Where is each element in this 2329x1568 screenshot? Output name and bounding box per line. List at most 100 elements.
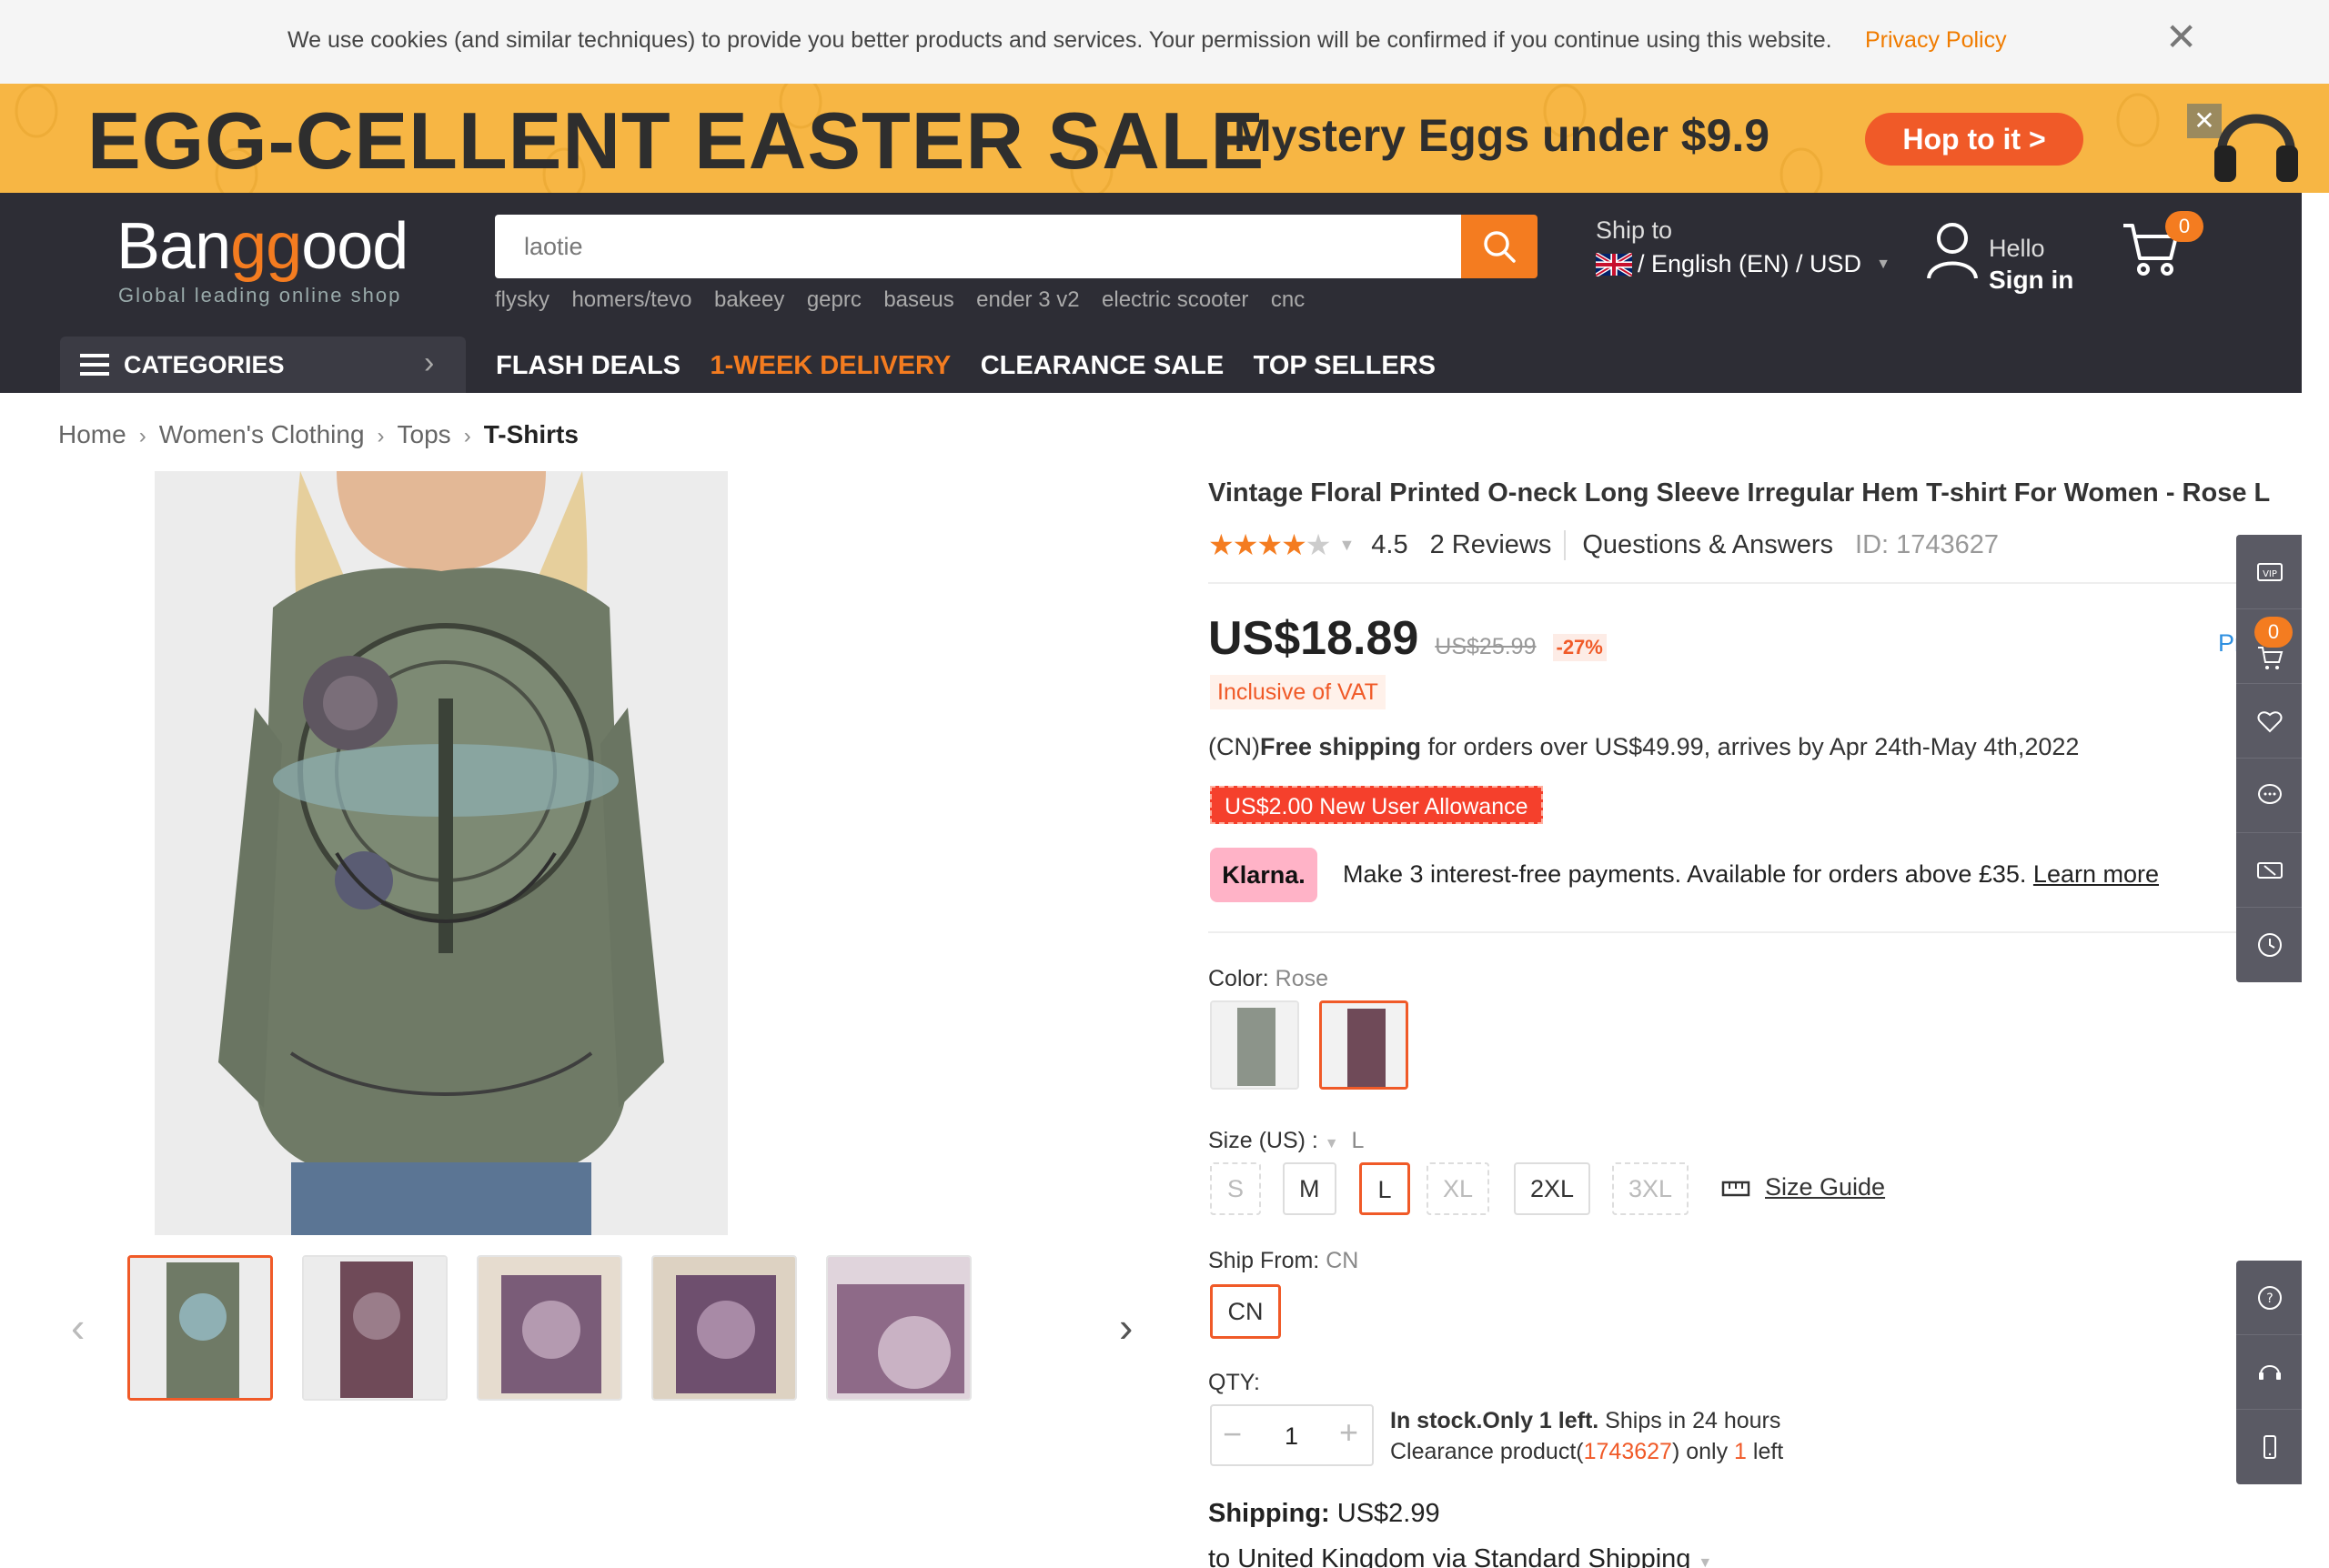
learn-more-link[interactable]: Learn more <box>2033 860 2159 888</box>
breadcrumb-womens-clothing[interactable]: Women's Clothing <box>159 420 365 448</box>
ship-from-value: CN <box>1326 1248 1359 1273</box>
help-button[interactable]: ? <box>2236 1261 2302 1335</box>
size-value: L <box>1351 1128 1365 1153</box>
ruler-icon <box>1721 1181 1750 1197</box>
menu-icon <box>80 354 109 376</box>
discount-badge: -27% <box>1552 634 1607 661</box>
history-button[interactable] <box>2236 908 2302 982</box>
search-input[interactable] <box>495 215 1461 278</box>
search-box <box>495 215 1461 278</box>
size-option-2xl[interactable]: 2XL <box>1514 1162 1591 1215</box>
search-icon <box>1484 231 1516 263</box>
wishlist-button[interactable] <box>2236 684 2302 759</box>
sign-in-link[interactable]: Sign in <box>1989 266 2073 295</box>
qty-input[interactable]: 1 <box>1285 1422 1298 1451</box>
mobile-app-button[interactable] <box>2236 1410 2302 1484</box>
nav-1-week-delivery[interactable]: 1-WEEK DELIVERY <box>710 351 951 380</box>
stock-status: In stock.Only 1 left. Ships in 24 hours <box>1390 1408 1781 1433</box>
headset-icon <box>2259 1365 2281 1380</box>
thumbnail[interactable] <box>127 1255 273 1401</box>
chevron-right-icon: › <box>377 424 385 448</box>
user-icon <box>1927 223 1978 279</box>
color-value: Rose <box>1275 966 1329 991</box>
ship-from-option-cn[interactable]: CN <box>1210 1284 1281 1339</box>
hot-word[interactable]: geprc <box>807 287 862 312</box>
ship-from-label: Ship From: CN <box>1208 1248 1359 1273</box>
product-title: Vintage Floral Printed O-neck Long Sleev… <box>1208 478 2271 508</box>
float-toolbar-top: VIP 0 <box>2236 535 2302 982</box>
hot-word[interactable]: bakeey <box>714 287 784 312</box>
banner-cta-button[interactable]: Hop to it > <box>1865 113 2083 166</box>
size-option-l[interactable]: L <box>1359 1162 1410 1215</box>
logo-tagline: Global leading online shop <box>118 284 402 307</box>
star-rating-icon[interactable]: ★★★★★ <box>1208 528 1331 562</box>
promo-banner[interactable]: EGG-CELLENT EASTER SALE Mystery Eggs und… <box>0 84 2329 193</box>
chat-button[interactable] <box>2236 759 2302 833</box>
float-cart-button[interactable]: 0 <box>2236 609 2302 684</box>
breadcrumb-home[interactable]: Home <box>58 420 126 448</box>
divider <box>1208 582 2240 584</box>
size-option-xl[interactable]: XL <box>1427 1162 1490 1215</box>
main-product-image[interactable] <box>155 471 728 1235</box>
size-option-s[interactable]: S <box>1210 1162 1261 1215</box>
qa-link[interactable]: Questions & Answers <box>1564 529 1833 560</box>
mobile-icon <box>2263 1435 2276 1459</box>
reviews-link[interactable]: 2 Reviews <box>1430 530 1552 560</box>
thumbnail[interactable] <box>826 1255 972 1401</box>
hot-word[interactable]: baseus <box>883 287 953 312</box>
breadcrumb-current: T-Shirts <box>483 420 579 448</box>
klarna-text: Make 3 interest-free payments. Available… <box>1343 860 2159 888</box>
thumb-prev-icon[interactable]: ‹ <box>71 1302 85 1352</box>
ship-to-selector[interactable]: Ship to / English (EN) / USD ▼ <box>1596 216 1890 278</box>
hot-word[interactable]: ender 3 v2 <box>976 287 1079 312</box>
thumbnail-strip: ‹ › <box>55 1255 1146 1404</box>
nav-clearance-sale[interactable]: CLEARANCE SALE <box>981 351 1224 380</box>
ship-to-label: Ship to <box>1596 216 1673 244</box>
size-option-3xl[interactable]: 3XL <box>1612 1162 1689 1215</box>
shipping-cost: Shipping: US$2.99 <box>1208 1499 1440 1528</box>
banggood-logo[interactable]: Banggood <box>116 209 408 284</box>
qty-decrease-button[interactable]: − <box>1223 1415 1242 1453</box>
categories-label: CATEGORIES <box>124 351 285 378</box>
thumbnail[interactable] <box>477 1255 622 1401</box>
chevron-right-icon: › <box>463 424 471 448</box>
new-user-allowance-coupon[interactable]: US$2.00 New User Allowance <box>1210 786 1543 824</box>
size-guide-link[interactable]: Size Guide <box>1765 1173 1885 1201</box>
qty-increase-button[interactable]: + <box>1339 1413 1358 1452</box>
cookie-text: We use cookies (and similar techniques) … <box>287 27 1832 53</box>
cart-icon <box>2258 647 2284 669</box>
shipping-method-selector[interactable]: to United Kingdom via Standard Shipping ▼ <box>1208 1544 1712 1568</box>
product-id: ID: 1743627 <box>1855 529 2000 559</box>
color-option-rose[interactable] <box>1319 1000 1408 1090</box>
nav-flash-deals[interactable]: FLASH DEALS <box>496 351 681 380</box>
price-row: US$18.89 US$25.99 -27% <box>1208 611 1607 666</box>
hello-text: Hello <box>1989 235 2045 262</box>
hot-word[interactable]: cnc <box>1271 287 1305 312</box>
thumbnail[interactable] <box>651 1255 797 1401</box>
breadcrumb-tops[interactable]: Tops <box>398 420 451 448</box>
categories-button[interactable]: CATEGORIES › <box>60 337 466 393</box>
caret-down-icon[interactable]: ▼ <box>1338 536 1355 555</box>
support-button[interactable] <box>2236 1335 2302 1410</box>
hot-word[interactable]: homers/tevo <box>571 287 691 312</box>
main-nav: FLASH DEALS 1-WEEK DELIVERY CLEARANCE SA… <box>496 351 1461 381</box>
privacy-policy-link[interactable]: Privacy Policy <box>1865 27 2007 54</box>
clock-icon <box>2258 933 2282 957</box>
uk-flag-icon <box>1596 252 1632 276</box>
thumbnail[interactable] <box>302 1255 448 1401</box>
size-option-m[interactable]: M <box>1283 1162 1336 1215</box>
rating-row: ★★★★★ ▼ 4.5 2 Reviews Questions & Answer… <box>1208 528 1999 562</box>
cookie-bar: We use cookies (and similar techniques) … <box>0 0 2329 84</box>
vip-icon: VIP <box>2257 563 2283 581</box>
cart-button[interactable]: 0 <box>2120 211 2203 285</box>
color-option-green[interactable] <box>1210 1000 1299 1090</box>
hot-word[interactable]: flysky <box>495 287 549 312</box>
nav-top-sellers[interactable]: TOP SELLERS <box>1254 351 1436 380</box>
vip-button[interactable]: VIP <box>2236 535 2302 609</box>
hot-word[interactable]: electric scooter <box>1102 287 1248 312</box>
thumb-next-icon[interactable]: › <box>1119 1302 1133 1352</box>
search-button[interactable] <box>1461 215 1538 278</box>
coupon-button[interactable] <box>2236 833 2302 908</box>
cookie-close-icon[interactable]: ✕ <box>2165 18 2197 56</box>
caret-down-icon: ▼ <box>1698 1555 1713 1568</box>
